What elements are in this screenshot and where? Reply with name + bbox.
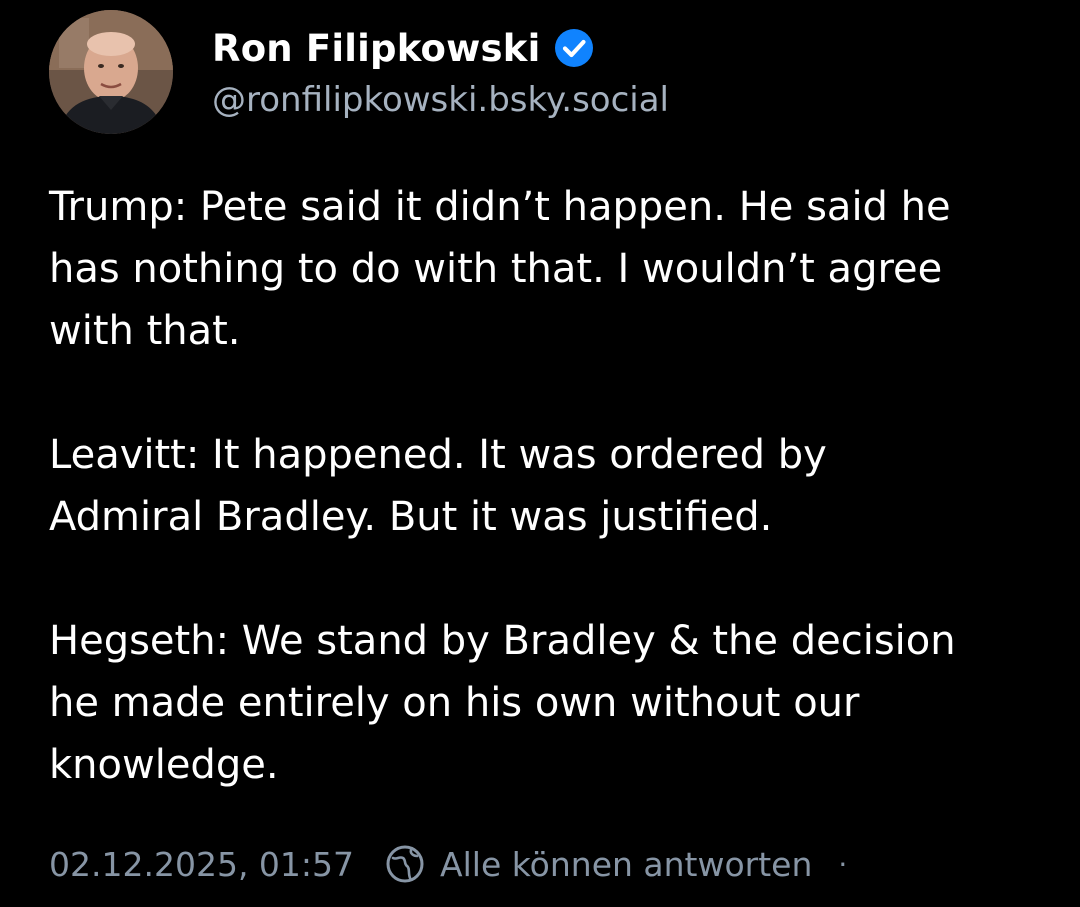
author-display-name[interactable]: Ron Filipkowski xyxy=(212,27,540,70)
post: Ron Filipkowski @ronfilipkowski.bsky.soc… xyxy=(0,0,1080,907)
post-paragraph: Hegseth: We stand by Bradley & the decis… xyxy=(49,618,956,788)
author-line: Ron Filipkowski xyxy=(212,20,594,76)
post-paragraph: Trump: Pete said it didn’t happen. He sa… xyxy=(49,184,951,354)
avatar[interactable] xyxy=(49,10,173,134)
globe-icon xyxy=(384,843,426,885)
post-timestamp[interactable]: 02.12.2025, 01:57 xyxy=(49,845,354,884)
post-paragraph: Leavitt: It happened. It was ordered by … xyxy=(49,432,827,540)
author-handle[interactable]: @ronfilipkowski.bsky.social xyxy=(212,80,669,120)
post-text: Trump: Pete said it didn’t happen. He sa… xyxy=(49,176,1059,796)
reply-setting[interactable]: Alle können antworten xyxy=(440,845,812,884)
post-meta: 02.12.2025, 01:57 Alle können antworten … xyxy=(49,838,847,890)
meta-separator: · xyxy=(838,847,848,881)
avatar-image xyxy=(49,10,173,134)
verified-check-icon[interactable] xyxy=(554,28,594,68)
